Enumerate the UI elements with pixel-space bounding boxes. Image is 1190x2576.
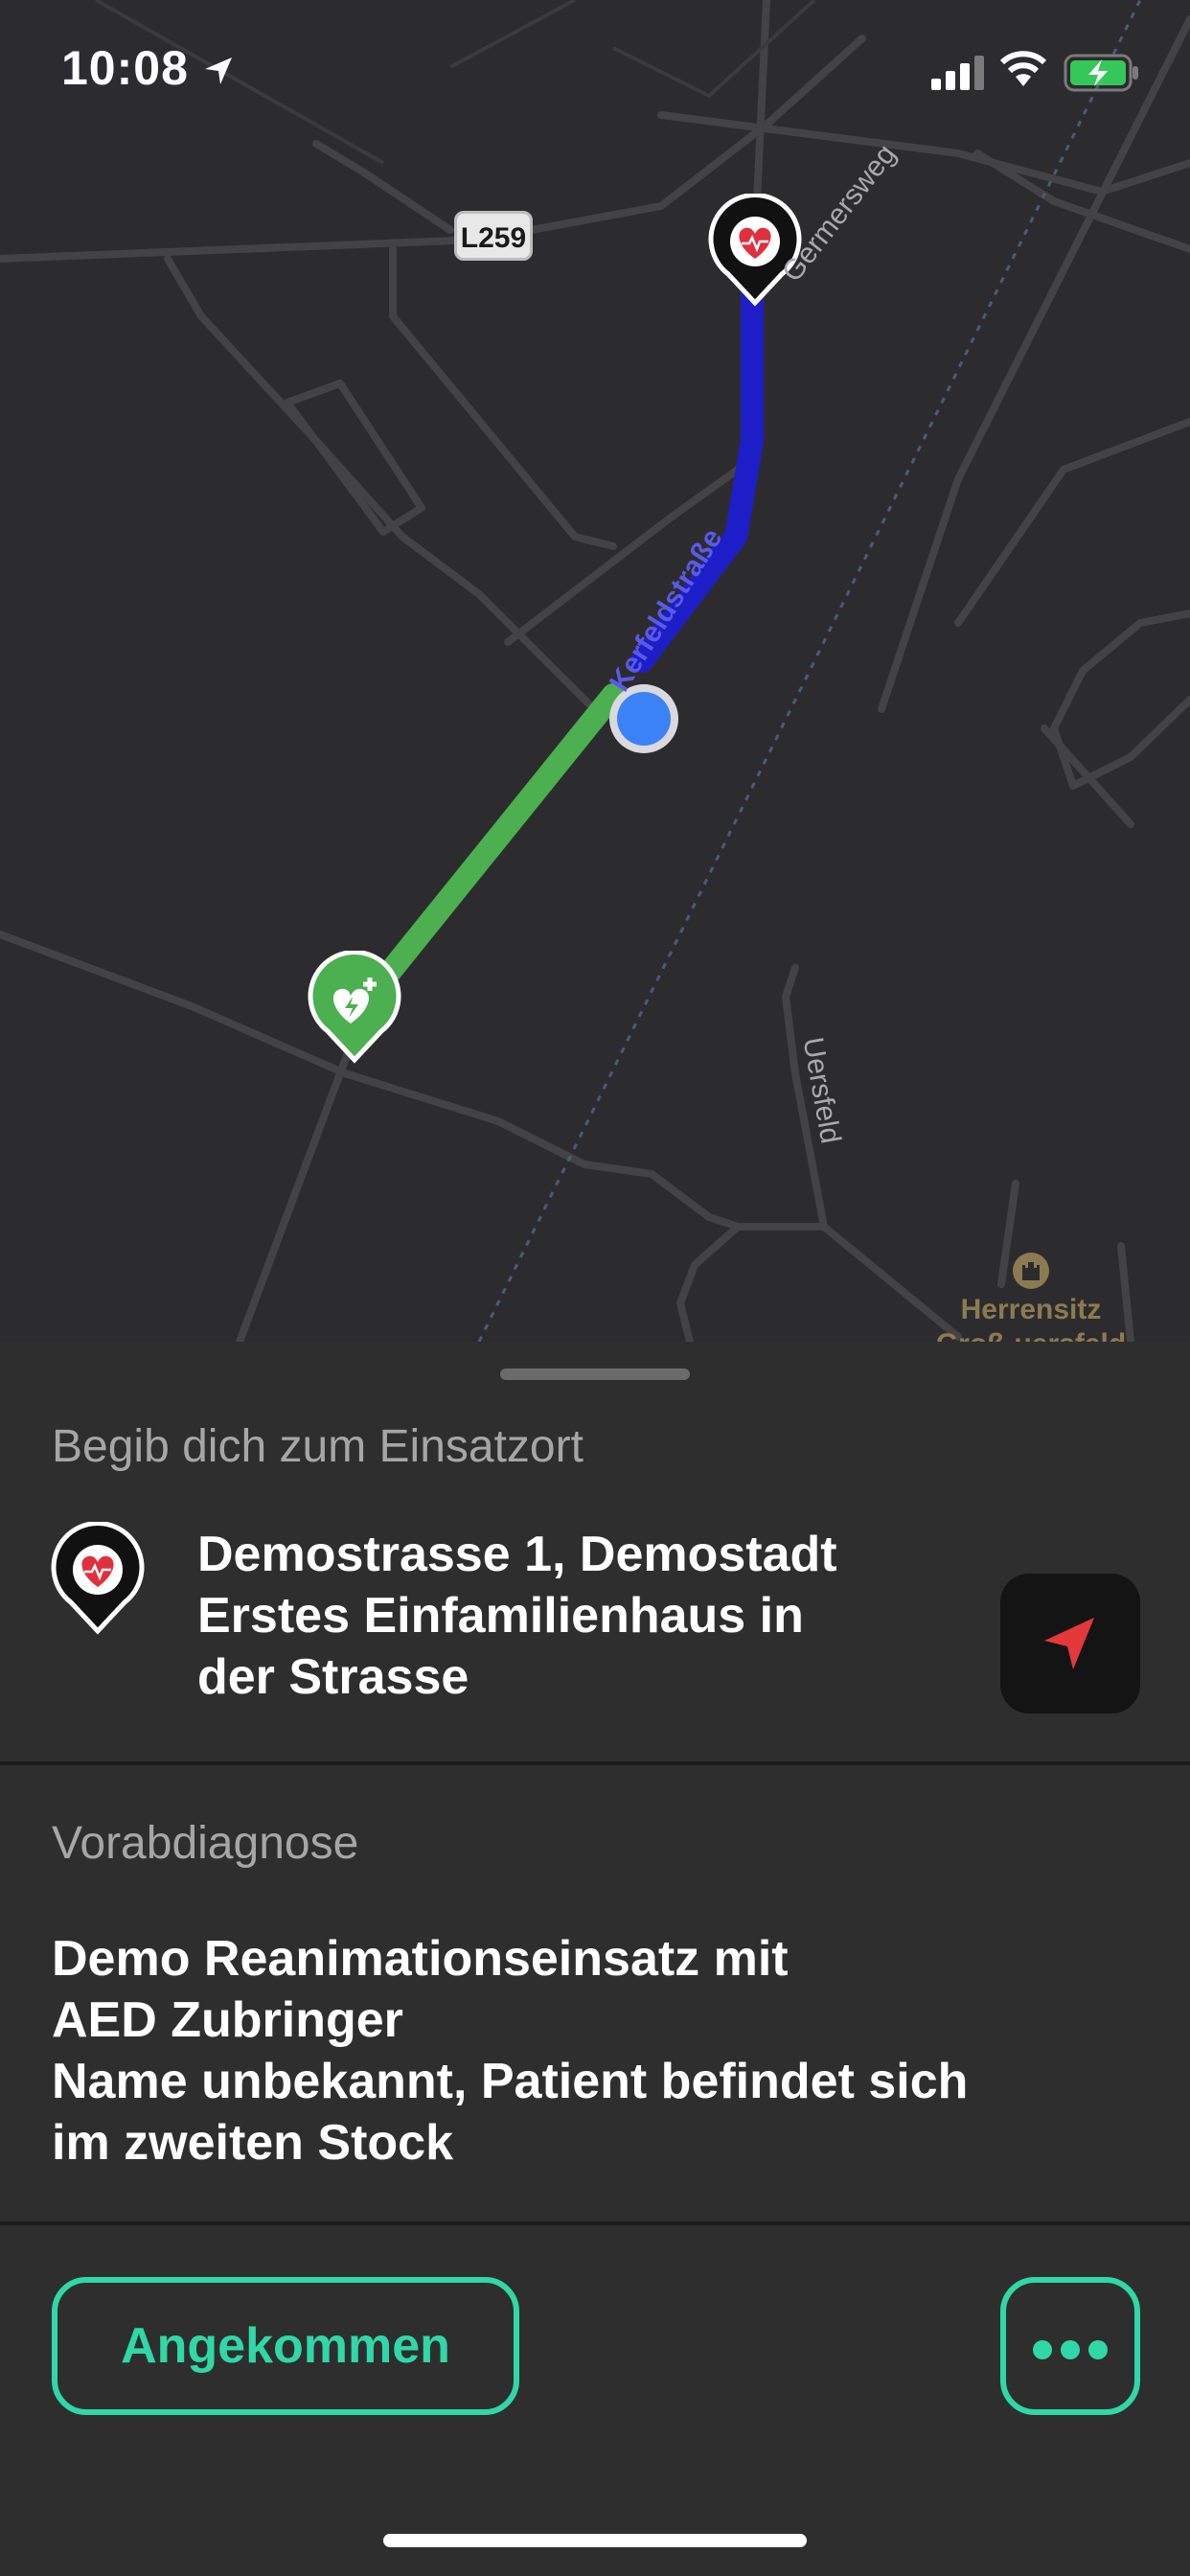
map-view[interactable]: L259 Germersweg Uersfeld Kerfeldstraße H… xyxy=(0,0,1190,1342)
start-navigation-button[interactable] xyxy=(1000,1574,1140,1714)
navigation-arrow-icon xyxy=(1044,1618,1094,1669)
home-indicator[interactable] xyxy=(383,2534,807,2547)
poi-label: Herrensitz xyxy=(960,1294,1102,1325)
destination-address: Demostrasse 1, Demostadt Erstes Einfamil… xyxy=(197,1527,837,1705)
status-bar: 10:08 xyxy=(0,0,1190,144)
more-options-button[interactable] xyxy=(1000,2277,1140,2415)
diagnosis-text: Demo Reanimationseinsatz mit AED Zubring… xyxy=(52,1931,969,2171)
map-roads xyxy=(0,0,1190,1342)
status-time: 10:08 xyxy=(61,41,189,95)
poi-label-sub: Groß-uersfeld xyxy=(926,1328,1136,1342)
location-arrow-icon xyxy=(205,58,232,84)
section-divider xyxy=(0,1761,1190,1765)
bottom-sheet: Begib dich zum Einsatzort Demostrasse 1,… xyxy=(0,1342,1190,2576)
aed-marker-icon[interactable] xyxy=(307,951,402,1064)
wifi-icon xyxy=(999,51,1047,86)
arrived-button[interactable]: Angekommen xyxy=(52,2277,519,2415)
castle-poi-icon xyxy=(1013,1253,1049,1289)
sheet-grabber[interactable] xyxy=(500,1368,690,1380)
cellular-signal-icon xyxy=(931,56,984,90)
road-shield-l259: L259 xyxy=(454,211,533,261)
diagnosis-heading: Vorabdiagnose xyxy=(52,1818,359,1869)
patient-marker-icon[interactable] xyxy=(707,194,803,307)
section-divider xyxy=(0,2221,1190,2225)
battery-charging-icon xyxy=(1064,54,1138,92)
current-location-icon xyxy=(609,684,678,753)
destination-heading: Begib dich zum Einsatzort xyxy=(52,1421,584,1472)
patient-location-icon xyxy=(51,1522,145,1635)
